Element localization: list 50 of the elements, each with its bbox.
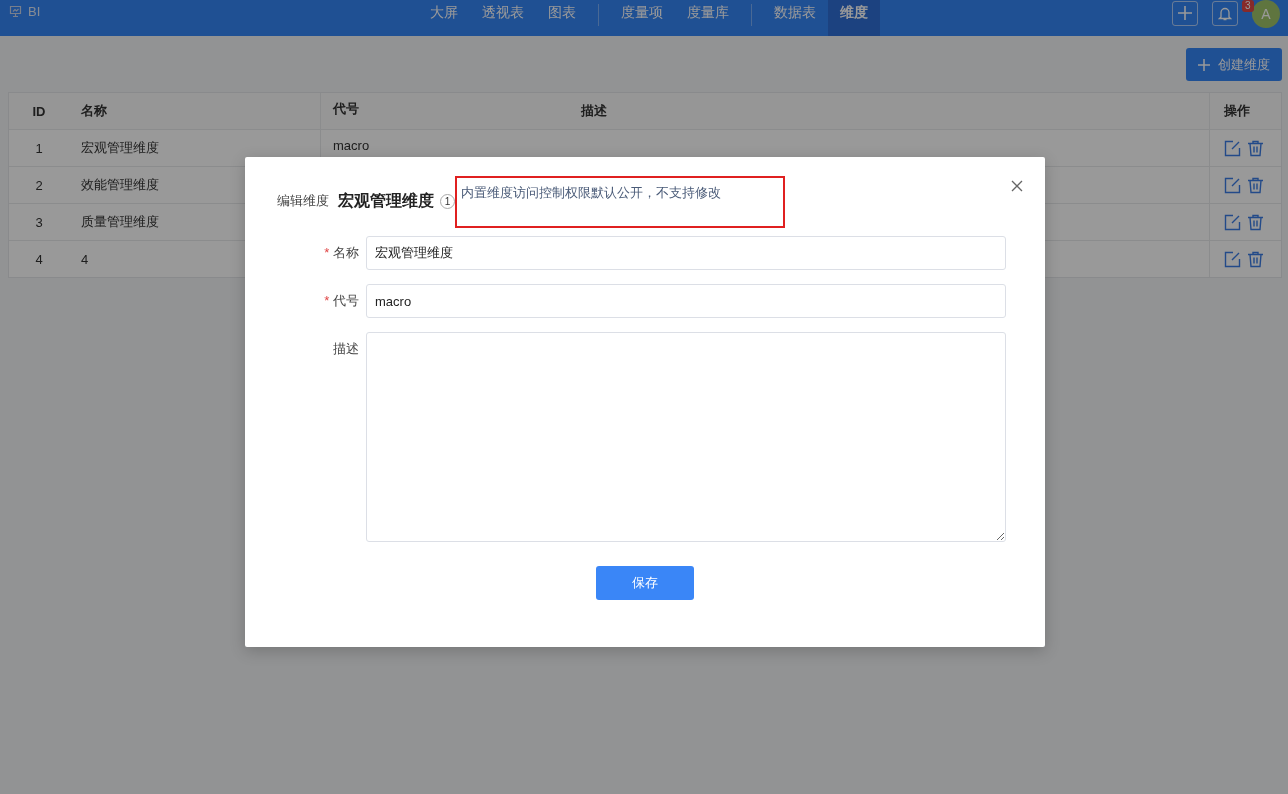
plus-icon <box>1198 58 1210 71</box>
column-header: 描述 <box>581 102 607 120</box>
notification-badge: 3 <box>1242 0 1254 12</box>
app-title: BI <box>28 4 41 19</box>
table-cell: 1 <box>35 140 43 156</box>
field-label: * 名称 <box>323 244 360 262</box>
description-field[interactable] <box>366 332 1006 542</box>
trash-icon[interactable] <box>1247 176 1264 194</box>
edit-icon[interactable] <box>1224 139 1241 157</box>
input-field[interactable]: macro <box>366 284 1006 318</box>
close-icon[interactable] <box>1011 180 1023 192</box>
edit-icon[interactable] <box>1224 176 1241 194</box>
bell-icon <box>1218 5 1232 21</box>
table-cell: 质量管理维度 <box>81 213 159 231</box>
nav-tab[interactable]: 度量项 <box>609 0 675 36</box>
add-button[interactable] <box>1172 0 1198 26</box>
column-header: ID <box>32 103 46 119</box>
save-button[interactable]: 保存 <box>596 566 694 600</box>
avatar[interactable]: A <box>1252 0 1280 28</box>
dialog-title: 宏观管理维度 <box>338 190 434 211</box>
tip-text: 内置维度访问控制权限默认公开，不支持修改 <box>455 176 785 228</box>
field-label: * 代号 <box>323 292 360 310</box>
table-cell: 宏观管理维度 <box>81 139 159 157</box>
create-button[interactable]: 创建维度 <box>1186 48 1282 81</box>
trash-icon[interactable] <box>1247 213 1264 231</box>
nav-tab[interactable]: 度量库 <box>675 0 741 36</box>
nav-tab[interactable]: 大屏 <box>418 0 470 36</box>
trash-icon[interactable] <box>1247 139 1264 157</box>
edit-icon[interactable] <box>1224 250 1241 268</box>
table-cell: macro <box>333 138 370 153</box>
table-cell: 效能管理维度 <box>81 176 159 194</box>
table-cell: 4 <box>35 251 43 267</box>
edit-icon[interactable] <box>1224 213 1241 231</box>
table-cell: 2 <box>35 177 43 193</box>
plus-icon <box>1178 6 1192 20</box>
notification-button[interactable] <box>1212 0 1238 26</box>
table-cell: 4 <box>81 251 89 267</box>
column-header: 代号 <box>333 101 359 116</box>
nav-tab[interactable]: 维度 <box>828 0 880 36</box>
input-field[interactable]: 宏观管理维度 <box>366 236 1006 270</box>
nav-tab[interactable]: 数据表 <box>762 0 828 36</box>
table-cell: 3 <box>35 214 43 230</box>
nav-tab[interactable]: 透视表 <box>470 0 536 36</box>
trash-icon[interactable] <box>1247 250 1264 268</box>
presentation-icon <box>9 5 22 18</box>
column-header: 操作 <box>1224 102 1250 120</box>
field-label: 描述 <box>332 340 360 358</box>
dialog-title-prefix: 编辑维度 <box>277 192 329 210</box>
column-header: 名称 <box>81 102 107 120</box>
nav-tab[interactable]: 图表 <box>536 0 588 36</box>
